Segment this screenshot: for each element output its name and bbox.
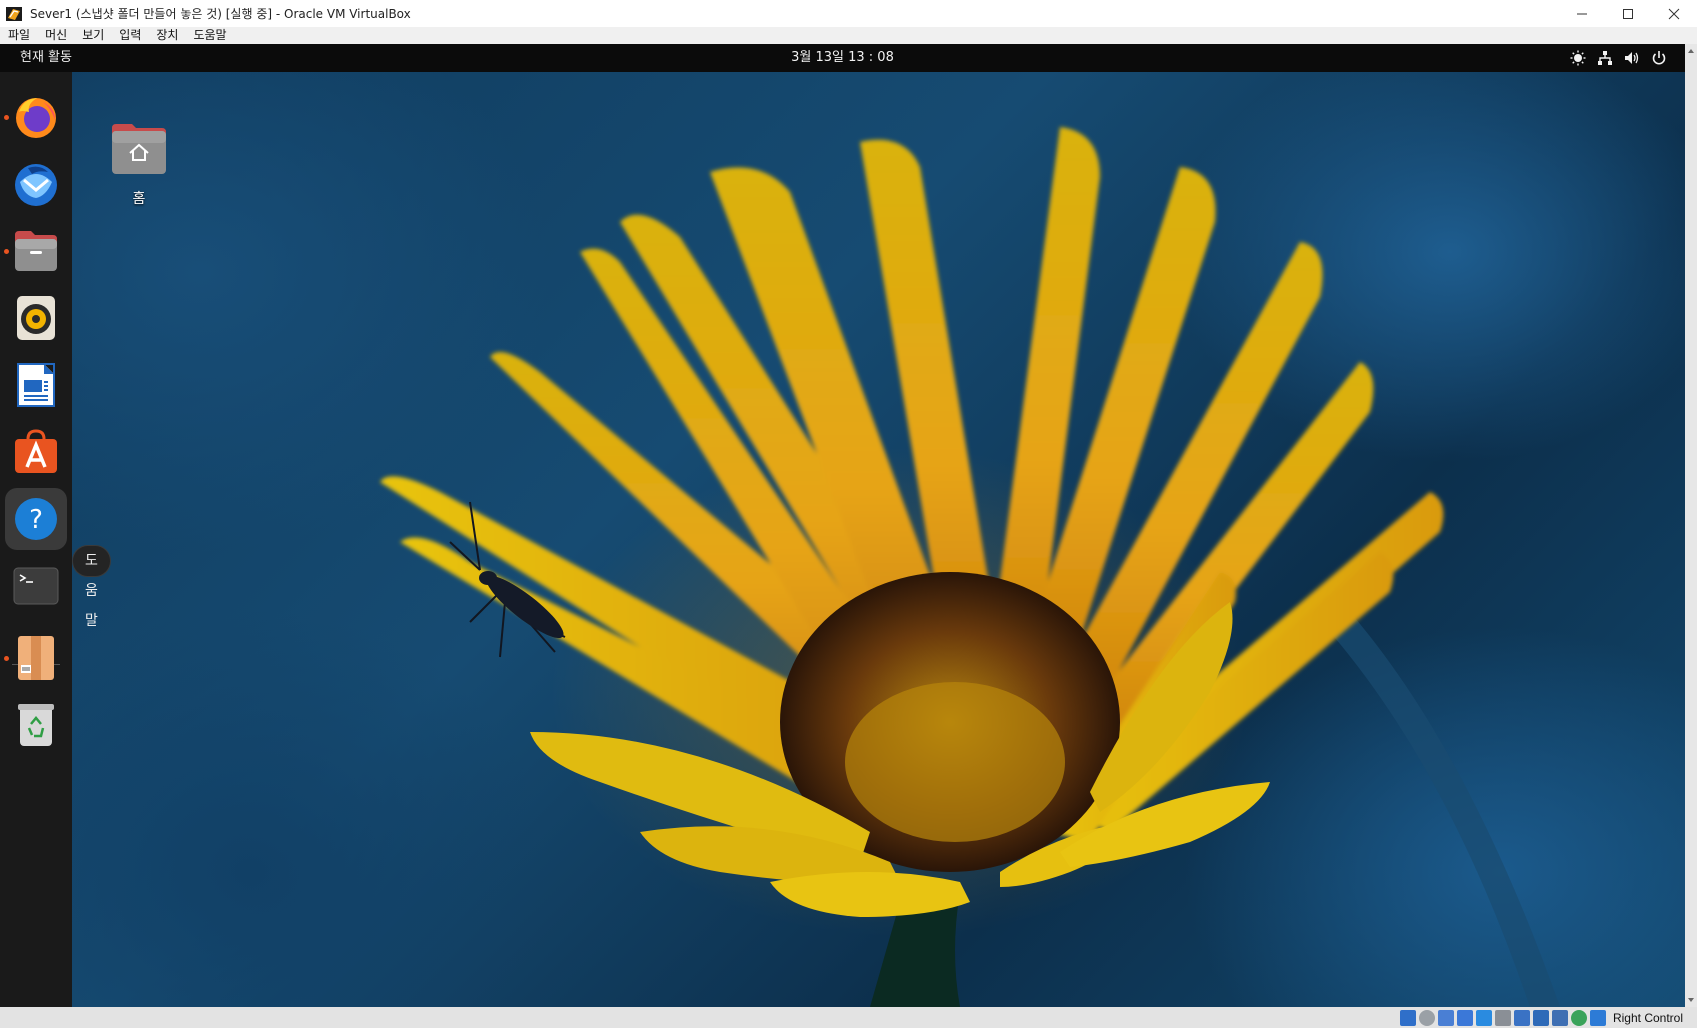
menu-input[interactable]: 입력 [111, 27, 148, 44]
system-tray [1570, 44, 1667, 72]
power-icon[interactable] [1651, 50, 1667, 66]
dock-app-center[interactable] [5, 421, 67, 483]
menu-view[interactable]: 보기 [74, 27, 111, 44]
vt-x-icon[interactable] [1551, 1009, 1568, 1026]
help-icon: ? [15, 498, 57, 540]
dock-help[interactable]: ? [5, 488, 67, 550]
recording-icon[interactable] [1532, 1009, 1549, 1026]
maximize-button[interactable] [1605, 0, 1651, 27]
rhythmbox-icon [17, 296, 55, 340]
dock-rhythmbox[interactable] [5, 287, 67, 349]
dock-libreoffice-writer[interactable] [5, 354, 67, 416]
libreoffice-writer-icon [17, 363, 55, 407]
clock-button[interactable]: 3월 13일 13 : 08 [791, 50, 894, 65]
dock-terminal[interactable] [5, 555, 67, 617]
clock-area: 3월 13일 13 : 08 [0, 44, 1685, 72]
shared-folders-icon[interactable] [1494, 1009, 1511, 1026]
scroll-up-icon[interactable] [1687, 47, 1695, 55]
thunderbird-icon [15, 164, 57, 206]
flower-wallpaper-image [380, 127, 1560, 1007]
volume-icon[interactable] [1624, 50, 1640, 66]
ubuntu-dock: ? 도움말 [0, 72, 111, 1007]
trash-icon [18, 704, 54, 746]
app-center-icon [15, 429, 57, 473]
audio-icon[interactable] [1437, 1009, 1454, 1026]
menu-help[interactable]: 도움말 [185, 27, 233, 44]
home-folder-icon [112, 124, 166, 174]
close-icon [1668, 8, 1680, 19]
close-button[interactable] [1651, 0, 1697, 27]
mouse-integration-icon[interactable] [1570, 1009, 1587, 1026]
window-title: Sever1 (스냅샷 폴더 만들어 놓은 것) [실행 중] - Oracle… [30, 7, 411, 21]
host-key-label: Right Control [1612, 1010, 1683, 1025]
maximize-icon [1623, 8, 1633, 19]
dock-firefox[interactable] [4, 86, 67, 148]
files-icon [15, 231, 57, 271]
dock-thunderbird[interactable] [5, 153, 67, 215]
virtualbox-icon [6, 6, 22, 21]
archive-icon [18, 636, 54, 680]
firefox-icon [16, 98, 56, 138]
terminal-icon [13, 567, 59, 605]
usb-icon[interactable] [1475, 1009, 1492, 1026]
hard-disk-icon[interactable] [1399, 1009, 1416, 1026]
running-indicator [4, 115, 9, 120]
svg-text:?: ? [29, 505, 43, 535]
host-menubar: 파일 머신 보기 입력 장치 도움말 [0, 27, 1697, 44]
menu-file[interactable]: 파일 [0, 27, 37, 44]
accessibility-icon[interactable] [1570, 50, 1586, 66]
minimize-button[interactable] [1559, 0, 1605, 27]
scroll-down-icon[interactable] [1687, 996, 1695, 1004]
activities-button[interactable]: 현재 활동 [20, 44, 72, 72]
vm-display[interactable]: 현재 활동 3월 13일 13 : 08 ? 도움말 홈 [0, 44, 1685, 1007]
running-indicator [4, 656, 9, 661]
dock-tooltip: 도움말 [72, 545, 111, 629]
optical-drive-icon[interactable] [1418, 1009, 1435, 1026]
menu-devices[interactable]: 장치 [148, 27, 185, 44]
keyboard-capture-icon[interactable] [1589, 1009, 1606, 1026]
menu-machine[interactable]: 머신 [37, 27, 74, 44]
host-statusbar: Right Control [0, 1007, 1697, 1028]
dock-archive-manager[interactable] [4, 627, 67, 689]
dock-files[interactable] [4, 220, 67, 282]
network-icon[interactable] [1597, 50, 1613, 66]
gnome-top-bar: 현재 활동 3월 13일 13 : 08 [0, 44, 1685, 72]
dock-trash[interactable] [5, 694, 67, 756]
window-controls [1559, 0, 1697, 27]
host-vertical-scrollbar[interactable] [1685, 44, 1697, 1007]
running-indicator [4, 249, 9, 254]
desktop-wallpaper[interactable] [0, 72, 1685, 1007]
display-icon[interactable] [1513, 1009, 1530, 1026]
desktop-icon-home[interactable]: 홈 [104, 122, 174, 208]
host-titlebar: Sever1 (스냅샷 폴더 만들어 놓은 것) [실행 중] - Oracle… [0, 0, 1697, 27]
desktop-icon-home-label: 홈 [132, 191, 146, 207]
minimize-icon [1577, 13, 1587, 14]
network-adapter-icon[interactable] [1456, 1009, 1473, 1026]
